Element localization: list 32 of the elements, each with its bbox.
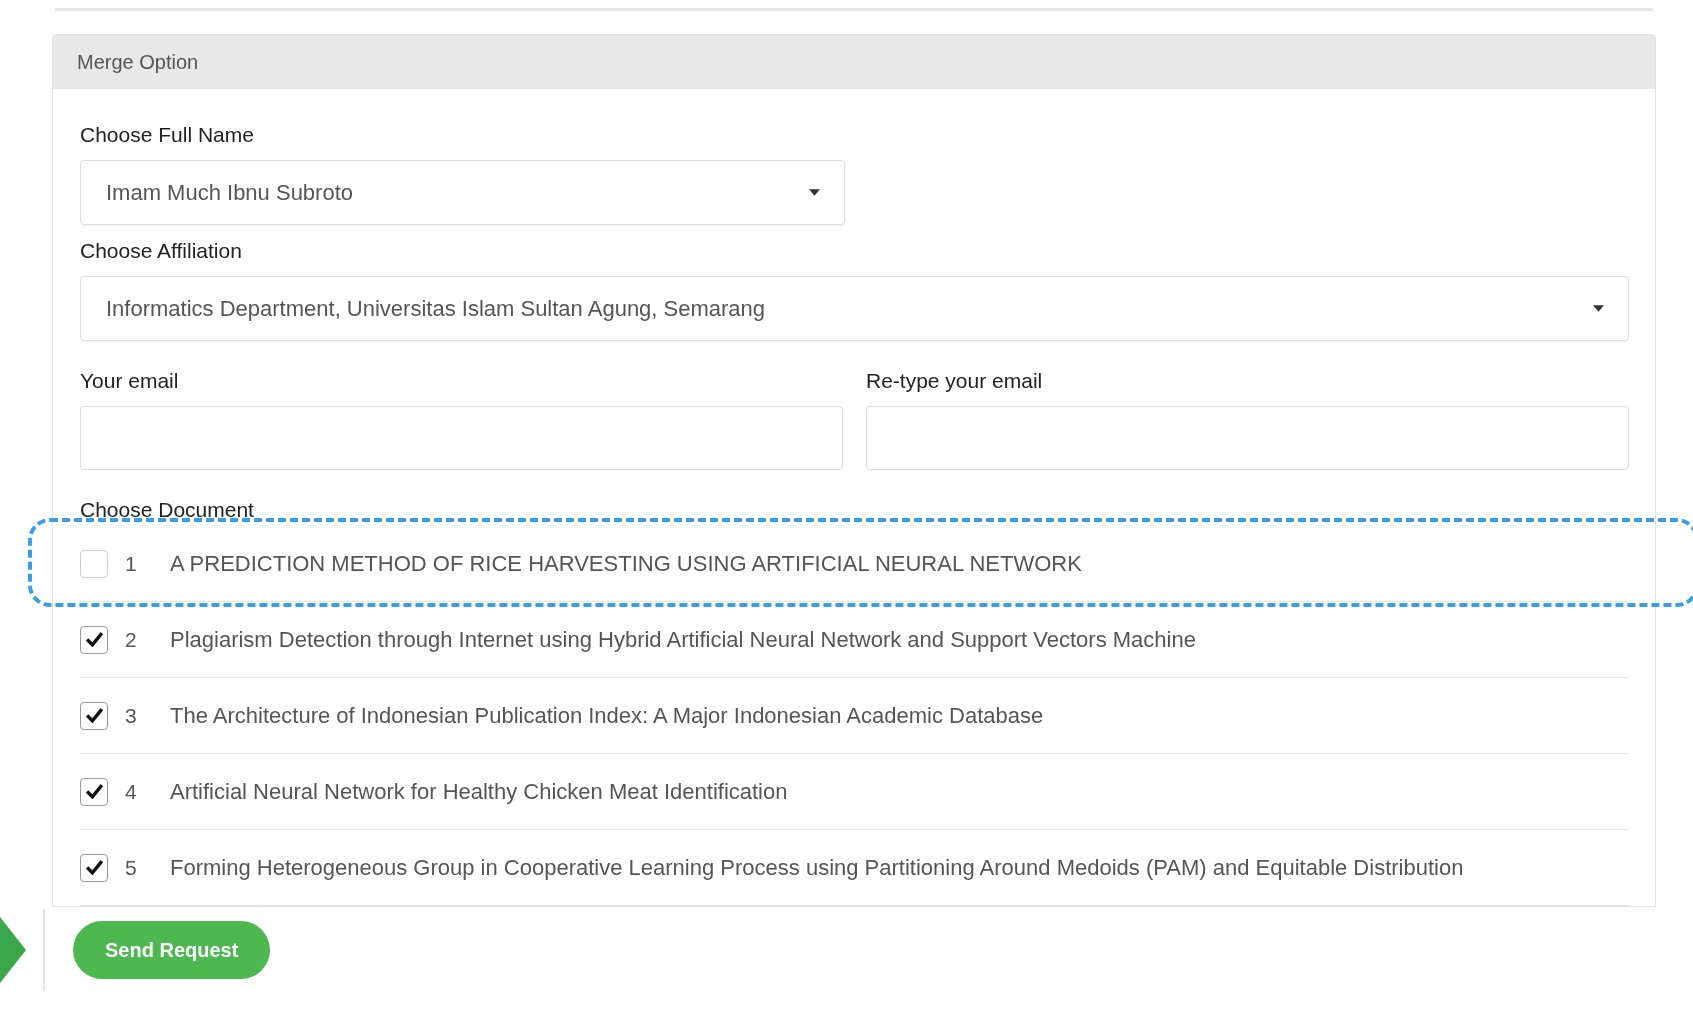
document-title: Artificial Neural Network for Healthy Chicken Meat Identification	[170, 778, 788, 805]
document-title: A PREDICTION METHOD OF RICE HARVESTING USING ARTIFICIAL NEURAL NETWORK	[170, 550, 1082, 577]
check-icon	[85, 632, 103, 647]
affiliation-select[interactable]: Informatics Department, Universitas Islam Sultan Agung, Semarang	[80, 276, 1629, 341]
checkbox[interactable]	[80, 625, 108, 654]
check-icon	[85, 708, 103, 723]
retype-email-field[interactable]	[866, 406, 1629, 470]
email-field[interactable]	[80, 406, 843, 470]
field-label: Choose Full Name	[80, 123, 255, 147]
check-icon	[85, 860, 103, 875]
checkbox[interactable]	[80, 853, 108, 882]
checkbox[interactable]	[80, 549, 108, 578]
row-number: 3	[124, 703, 138, 728]
document-title: Forming Heterogeneous Group in Cooperative Learning Process using Partitioning Around Medoids (PAM) and Equitable Distribution	[170, 854, 1464, 881]
checkbox[interactable]	[80, 701, 108, 730]
row-number: 2	[124, 627, 138, 652]
row-number: 1	[124, 551, 138, 576]
document-title: The Architecture of Indonesian Publication Index: A Major Indonesian Academic Database	[170, 702, 1044, 729]
row-number: 5	[124, 855, 138, 880]
row-number: 4	[124, 779, 138, 804]
full-name-select[interactable]: Imam Much Ibnu Subroto	[80, 160, 845, 225]
checkbox[interactable]	[80, 777, 108, 806]
field-label: Choose Document	[80, 498, 255, 522]
field-label: Choose Affiliation	[80, 239, 243, 263]
check-icon	[85, 784, 103, 799]
field-label: Re-type your email	[866, 369, 1044, 393]
caret-icon	[809, 189, 820, 196]
panel-title: Merge Option	[77, 50, 199, 74]
caret-icon	[1593, 305, 1604, 312]
document-title: Plagiarism Detection through Internet using Hybrid Artificial Neural Network and Support Vectors Machine	[170, 626, 1196, 653]
field-label: Your email	[80, 369, 180, 393]
arrow-icon	[0, 917, 26, 983]
